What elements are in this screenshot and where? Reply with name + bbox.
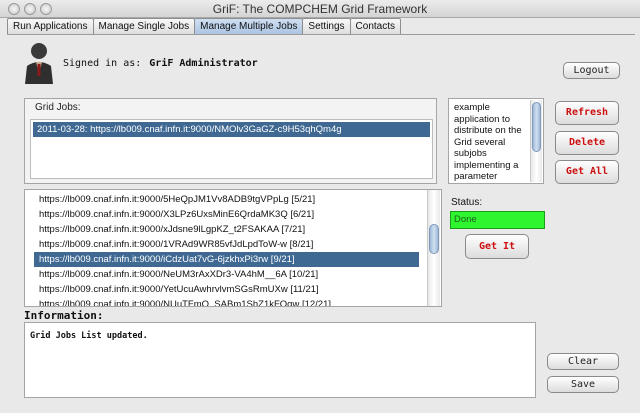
information-label: Information: (24, 309, 104, 322)
subjob-row[interactable]: https://lb009.cnaf.infn.it:9000/NUuTFmQ_… (34, 297, 419, 306)
application-description-text: example application to distribute on the… (454, 102, 522, 182)
status-label: Status: (451, 197, 483, 208)
description-scroll-thumb[interactable] (532, 102, 541, 152)
subjob-row[interactable]: https://lb009.cnaf.infn.it:9000/YetUcuAw… (34, 282, 419, 297)
subjob-row[interactable]: https://lb009.cnaf.infn.it:9000/X3LPz6Ux… (34, 207, 419, 222)
tab-contacts[interactable]: Contacts (349, 18, 402, 35)
subjob-row-selected[interactable]: https://lb009.cnaf.infn.it:9000/iCdzUat7… (34, 252, 419, 267)
tab-settings[interactable]: Settings (302, 18, 351, 35)
subjobs-scrollbar[interactable] (427, 190, 440, 306)
refresh-button[interactable]: Refresh (555, 101, 619, 125)
user-silhouette-icon (25, 43, 53, 84)
save-button[interactable]: Save (547, 376, 619, 393)
delete-button[interactable]: Delete (555, 131, 619, 155)
grid-jobs-label: Grid Jobs: (35, 102, 81, 113)
signed-in-label: Signed in as: (63, 58, 142, 69)
tab-bar: Run Applications Manage Single Jobs Mana… (7, 18, 402, 35)
subjob-row[interactable]: https://lb009.cnaf.infn.it:9000/1VRAd9WR… (34, 237, 419, 252)
get-it-button[interactable]: Get It (465, 234, 529, 259)
get-all-button[interactable]: Get All (555, 160, 619, 184)
subjob-row[interactable]: https://lb009.cnaf.infn.it:9000/xJdsne9l… (34, 222, 419, 237)
close-window-icon[interactable] (8, 3, 20, 15)
information-text: Grid Jobs List updated. (30, 331, 148, 341)
logout-button[interactable]: Logout (563, 62, 620, 79)
window-titlebar: GriF: The COMPCHEM Grid Framework (0, 0, 640, 18)
signed-in-text: Signed in as: GriF Administrator (63, 58, 258, 69)
window-title: GriF: The COMPCHEM Grid Framework (212, 2, 428, 16)
status-value: Done (450, 211, 545, 229)
subjob-row[interactable]: https://lb009.cnaf.infn.it:9000/5HeQpJM1… (34, 192, 419, 207)
grid-jobs-group: Grid Jobs: 2011-03-28: https://lb009.cna… (24, 98, 437, 184)
application-description: example application to distribute on the… (448, 98, 544, 184)
tab-manage-multiple-jobs[interactable]: Manage Multiple Jobs (194, 18, 304, 35)
grid-jobs-list[interactable]: 2011-03-28: https://lb009.cnaf.infn.it:9… (30, 119, 433, 179)
clear-button[interactable]: Clear (547, 353, 619, 370)
user-name: GriF Administrator (149, 58, 258, 69)
information-textarea[interactable]: Grid Jobs List updated. (24, 322, 536, 398)
grid-job-row[interactable]: 2011-03-28: https://lb009.cnaf.infn.it:9… (33, 122, 430, 137)
subjobs-list[interactable]: https://lb009.cnaf.infn.it:9000/5HeQpJM1… (24, 189, 442, 307)
zoom-window-icon[interactable] (40, 3, 52, 15)
tab-manage-single-jobs[interactable]: Manage Single Jobs (92, 18, 196, 35)
subjob-row[interactable]: https://lb009.cnaf.infn.it:9000/NeUM3rAx… (34, 267, 419, 282)
tab-divider (7, 34, 635, 35)
tab-run-applications[interactable]: Run Applications (7, 18, 94, 35)
description-scrollbar[interactable] (530, 100, 542, 182)
minimize-window-icon[interactable] (24, 3, 36, 15)
subjobs-scroll-thumb[interactable] (429, 224, 439, 254)
